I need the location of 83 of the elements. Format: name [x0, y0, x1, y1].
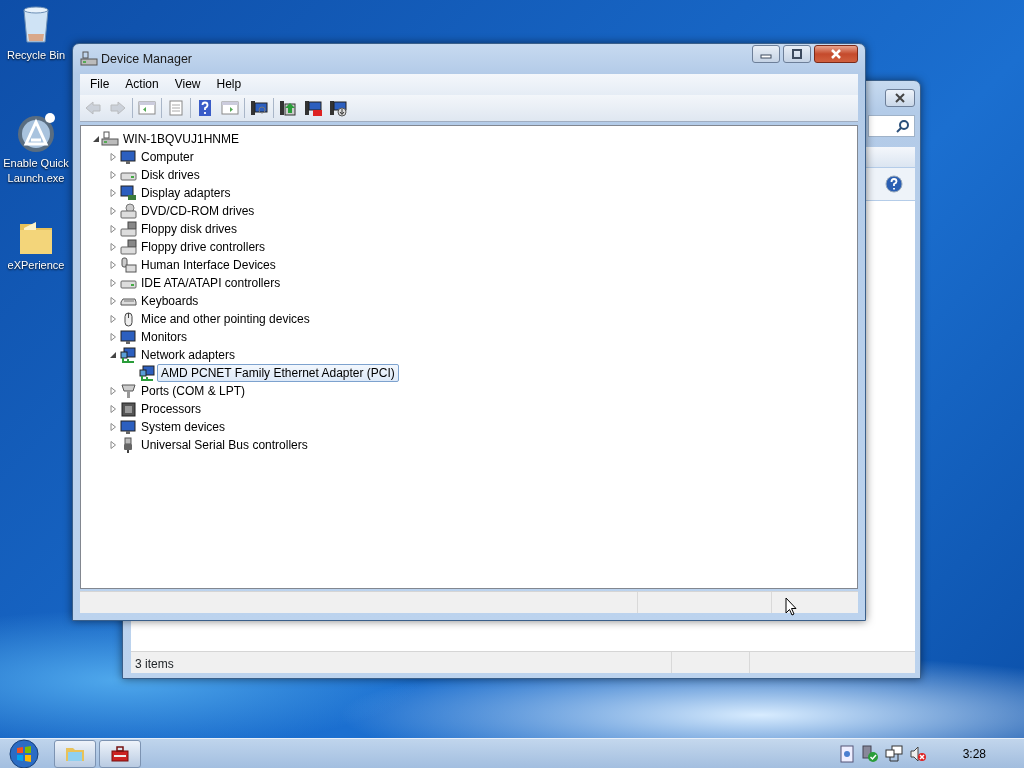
device-manager-icon	[80, 51, 98, 67]
search-field[interactable]	[868, 115, 915, 137]
tree-item[interactable]: Network adapters	[137, 346, 240, 364]
processor-icon	[120, 401, 137, 417]
expand-triangle-icon[interactable]	[109, 387, 117, 395]
update-driver-icon[interactable]	[279, 99, 297, 117]
close-button[interactable]	[814, 45, 858, 63]
tree-item[interactable]: Keyboards	[137, 292, 203, 310]
expand-triangle-icon[interactable]	[109, 153, 117, 161]
expand-triangle-icon[interactable]	[109, 279, 117, 287]
disc-drive-icon	[120, 203, 137, 219]
computer-icon	[101, 131, 119, 147]
tree-item[interactable]: Disk drives	[137, 166, 204, 184]
tree-item[interactable]: Floppy disk drives	[137, 220, 242, 238]
menu-item[interactable]: Help	[208, 74, 250, 95]
help-icon[interactable]	[196, 99, 214, 117]
tree-item[interactable]: Computer	[137, 148, 198, 166]
tree-item[interactable]: Floppy drive controllers	[137, 238, 270, 256]
collapse-triangle-icon[interactable]	[92, 135, 100, 143]
computer-icon	[120, 419, 137, 435]
computer-icon	[120, 329, 137, 345]
expand-triangle-icon[interactable]	[109, 405, 117, 413]
maximize-icon	[791, 49, 803, 59]
properties-icon[interactable]	[167, 99, 185, 117]
computer-icon	[120, 149, 137, 165]
taskbar-button[interactable]	[99, 739, 141, 768]
desktop-icon-label[interactable]: eXPerience	[7, 258, 65, 273]
start-button[interactable]	[6, 738, 42, 768]
menu-item[interactable]: File	[82, 74, 118, 95]
tree-item[interactable]: DVD/CD-ROM drives	[137, 202, 259, 220]
tree-item[interactable]: WIN-1BQVUJ1HNME	[119, 130, 243, 148]
tree-item[interactable]: AMD PCNET Family Ethernet Adapter (PCI)	[157, 364, 399, 382]
network-adapter-icon	[139, 365, 156, 381]
tree-item[interactable]: Human Interface Devices	[137, 256, 280, 274]
pane-icon[interactable]	[221, 99, 239, 117]
tree-item[interactable]: System devices	[137, 418, 230, 436]
help-icon[interactable]	[885, 175, 903, 193]
tree-item[interactable]: IDE ATA/ATAPI controllers	[137, 274, 285, 292]
desktop-icon-label[interactable]: Recycle Bin	[6, 48, 66, 63]
tree-item[interactable]: Processors	[137, 400, 206, 418]
desktop-icon-label[interactable]: Enable Quick Launch.exe	[0, 156, 72, 186]
expand-triangle-icon[interactable]	[109, 225, 117, 233]
maximize-button[interactable]	[783, 45, 811, 63]
menu-item[interactable]: Action	[117, 74, 167, 95]
document-icon[interactable]	[838, 744, 855, 763]
input-device-icon	[120, 257, 137, 273]
collapse-triangle-icon[interactable]	[109, 351, 117, 359]
search-icon	[896, 119, 910, 133]
port-icon	[120, 383, 137, 399]
close-icon	[894, 93, 906, 103]
status-text: 3 items	[134, 656, 175, 673]
network-icon[interactable]	[884, 744, 903, 763]
expand-triangle-icon[interactable]	[109, 171, 117, 179]
minimize-button[interactable]	[752, 45, 780, 63]
clock[interactable]: 3:28	[962, 744, 986, 763]
expand-triangle-icon[interactable]	[109, 441, 117, 449]
expand-triangle-icon[interactable]	[109, 423, 117, 431]
close-button[interactable]	[885, 89, 915, 107]
expand-triangle-icon[interactable]	[109, 207, 117, 215]
window-title: Device Manager	[101, 50, 192, 68]
muted-speaker-icon[interactable]	[908, 744, 927, 763]
tree-item[interactable]: Universal Serial Bus controllers	[137, 436, 312, 454]
expand-triangle-icon[interactable]	[109, 261, 117, 269]
floppy-drive-icon	[120, 221, 137, 237]
pane-icon[interactable]	[138, 99, 156, 117]
display-adapter-icon	[120, 185, 137, 201]
expand-triangle-icon[interactable]	[109, 189, 117, 197]
expand-triangle-icon[interactable]	[109, 333, 117, 341]
tree-item[interactable]: Mice and other pointing devices	[137, 310, 314, 328]
monitor-scan-icon[interactable]	[250, 99, 268, 117]
menu-item[interactable]: View	[166, 74, 209, 95]
expand-triangle-icon[interactable]	[109, 297, 117, 305]
tree-item[interactable]: Ports (COM & LPT)	[137, 382, 249, 400]
close-icon	[829, 49, 843, 59]
toolbar	[865, 147, 915, 167]
expand-triangle-icon[interactable]	[109, 315, 117, 323]
tree-item[interactable]: Display adapters	[137, 184, 235, 202]
network-adapter-icon	[120, 347, 137, 363]
toolbox-icon	[110, 744, 130, 763]
expand-triangle-icon[interactable]	[109, 243, 117, 251]
floppy-drive-icon	[120, 239, 137, 255]
mouse-pointer-icon	[785, 597, 797, 617]
tree-item[interactable]: Monitors	[137, 328, 191, 346]
